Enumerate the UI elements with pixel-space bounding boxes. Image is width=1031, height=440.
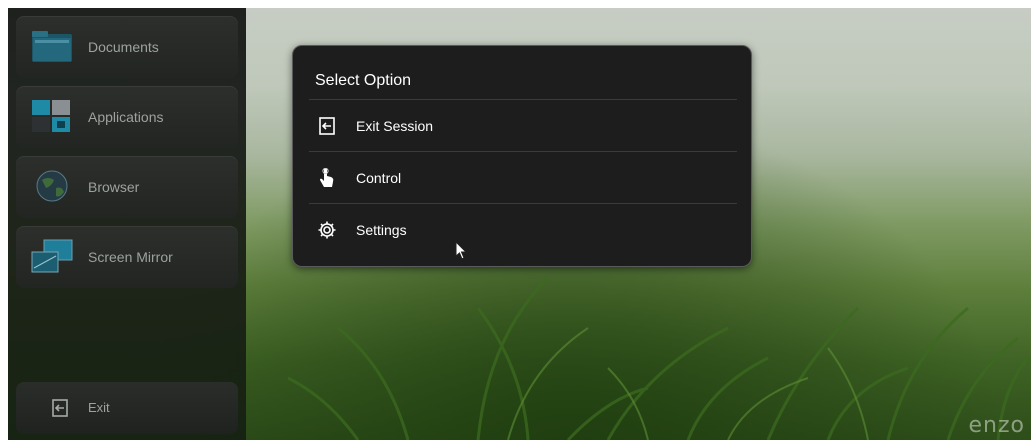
sidebar-item-label: Browser [88, 179, 140, 195]
divider [309, 203, 737, 204]
option-label: Exit Session [356, 118, 434, 134]
screen-mirror-icon [31, 239, 73, 273]
hand-pointer-icon [320, 168, 334, 187]
sidebar-item-documents[interactable]: Documents [16, 16, 238, 78]
apps-grid-icon [32, 100, 70, 132]
option-exit-session[interactable]: Exit Session [305, 101, 739, 151]
gear-icon [318, 221, 336, 239]
option-settings[interactable]: Settings [305, 205, 739, 255]
sidebar-item-label: Applications [88, 109, 164, 125]
sidebar-item-label: Screen Mirror [88, 249, 173, 265]
divider [309, 151, 737, 152]
sidebar: Documents Applications Browser Screen Mi… [8, 8, 246, 440]
dialog-title: Select Option [315, 72, 412, 89]
exit-icon [319, 117, 335, 135]
sidebar-item-applications[interactable]: Applications [16, 86, 238, 148]
brand-logo: enzo [968, 413, 1025, 438]
option-label: Control [356, 170, 402, 186]
sidebar-item-screen-mirror[interactable]: Screen Mirror [16, 226, 238, 288]
option-label: Settings [356, 222, 407, 238]
desktop-background: Documents Applications Browser Screen Mi… [8, 8, 1031, 440]
sidebar-item-browser[interactable]: Browser [16, 156, 238, 218]
exit-icon [52, 399, 68, 417]
sidebar-item-label: Documents [88, 39, 159, 55]
select-option-dialog: Select Option Exit Session Control Setti… [292, 45, 752, 267]
divider [309, 99, 737, 100]
sidebar-exit-button[interactable]: Exit [16, 382, 238, 434]
option-control[interactable]: Control [305, 153, 739, 203]
folder-icon [32, 31, 72, 62]
globe-icon [36, 170, 68, 202]
mouse-cursor-icon [455, 241, 468, 260]
exit-label: Exit [88, 400, 110, 415]
